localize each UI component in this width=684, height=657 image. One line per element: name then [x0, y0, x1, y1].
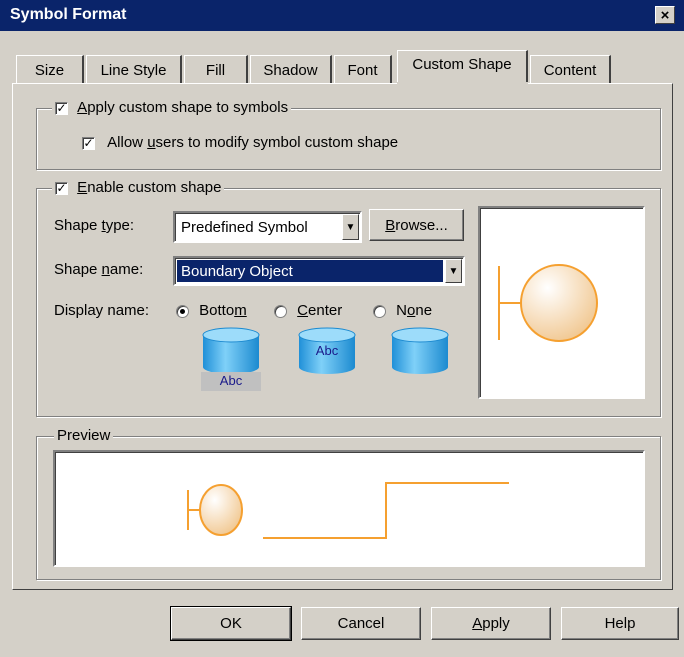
display-name-label: Display name: [54, 302, 150, 319]
ok-button[interactable]: OK [170, 606, 292, 641]
window-title: Symbol Format [10, 6, 127, 23]
cancel-button[interactable]: Cancel [301, 607, 421, 640]
tab-label: Line Style [100, 62, 167, 79]
cancel-label: Cancel [337, 615, 385, 632]
database-cylinder-icon [202, 327, 260, 374]
radio-bottom[interactable]: Bottom [176, 302, 247, 319]
tab-label: Shadow [263, 62, 318, 79]
close-icon: × [660, 6, 670, 24]
apply-custom-shape-checkbox[interactable]: ✓ [55, 101, 68, 115]
allow-modify-label: Allow users to modify symbol custom shap… [107, 134, 399, 151]
shape-type-dropdown-button[interactable]: ▼ [342, 214, 359, 240]
allow-modify-checkbox[interactable]: ✓ [82, 136, 95, 150]
boundary-object-icon [498, 264, 598, 342]
shape-type-select[interactable]: Predefined Symbol ▼ [173, 211, 362, 243]
display-bottom-sample[interactable]: Abc [201, 327, 261, 391]
shape-name-value: Boundary Object [181, 263, 293, 280]
radio-bottom-label: Bottom [199, 302, 247, 319]
sample-bottom-text: Abc [219, 373, 243, 388]
tab-label: Font [347, 62, 378, 79]
radio-none-label: None [396, 302, 433, 319]
browse-label: Browse... [385, 216, 448, 234]
chevron-down-icon: ▼ [345, 221, 356, 233]
shape-type-label: Shape type: [54, 217, 135, 234]
help-button[interactable]: Help [561, 607, 679, 640]
allow-modify-checkbox-row[interactable]: ✓ Allow users to modify symbol custom sh… [82, 134, 398, 151]
apply-label: Apply [472, 615, 510, 632]
radio-bottom-indicator[interactable] [176, 304, 189, 318]
preview-drawing [187, 482, 509, 539]
tab-label: Fill [205, 62, 226, 79]
sample-center-text: Abc [315, 343, 339, 358]
tab-label: Custom Shape [412, 56, 512, 73]
shape-name-dropdown-button[interactable]: ▼ [445, 259, 462, 283]
radio-none-indicator[interactable] [373, 304, 386, 318]
radio-none[interactable]: None [373, 302, 432, 319]
title-bar: Symbol Format × [0, 0, 684, 31]
shape-preview-box [478, 206, 645, 399]
display-center-sample[interactable]: Abc [297, 327, 357, 375]
preview-label: Preview [54, 427, 114, 444]
tab-fill[interactable]: Fill [184, 55, 248, 83]
connector-line [263, 482, 509, 539]
tab-font[interactable]: Font [334, 55, 392, 83]
boundary-object-icon [187, 484, 243, 536]
shape-name-label: Shape name: [54, 261, 144, 278]
tab-custom-shape[interactable]: Custom Shape [397, 50, 528, 84]
ok-label: OK [220, 615, 242, 632]
shape-name-select[interactable]: Boundary Object ▼ [173, 256, 465, 286]
chevron-down-icon: ▼ [448, 265, 459, 277]
close-button[interactable]: × [655, 6, 675, 24]
radio-center[interactable]: Center [274, 302, 342, 319]
database-cylinder-icon [391, 327, 449, 374]
tab-size[interactable]: Size [16, 55, 84, 83]
apply-custom-shape-label: Apply custom shape to symbols [77, 99, 289, 116]
display-none-sample[interactable] [390, 327, 450, 375]
tab-shadow[interactable]: Shadow [250, 55, 332, 83]
enable-custom-shape-checkbox-row[interactable]: ✓ Enable custom shape [52, 179, 225, 196]
tab-label: Content [543, 62, 597, 79]
radio-center-label: Center [297, 302, 343, 319]
enable-custom-shape-label: Enable custom shape [77, 179, 222, 196]
shape-type-value: Predefined Symbol [181, 219, 308, 236]
radio-center-indicator[interactable] [274, 304, 287, 318]
browse-button[interactable]: Browse... [369, 209, 464, 241]
tab-label: Size [34, 62, 65, 79]
apply-custom-shape-checkbox-row[interactable]: ✓ Apply custom shape to symbols [52, 99, 292, 116]
preview-canvas [53, 450, 645, 567]
enable-custom-shape-checkbox[interactable]: ✓ [55, 181, 68, 195]
apply-button[interactable]: Apply [431, 607, 551, 640]
tab-content[interactable]: Content [530, 55, 611, 83]
tab-line-style[interactable]: Line Style [86, 55, 182, 83]
help-label: Help [604, 615, 636, 632]
